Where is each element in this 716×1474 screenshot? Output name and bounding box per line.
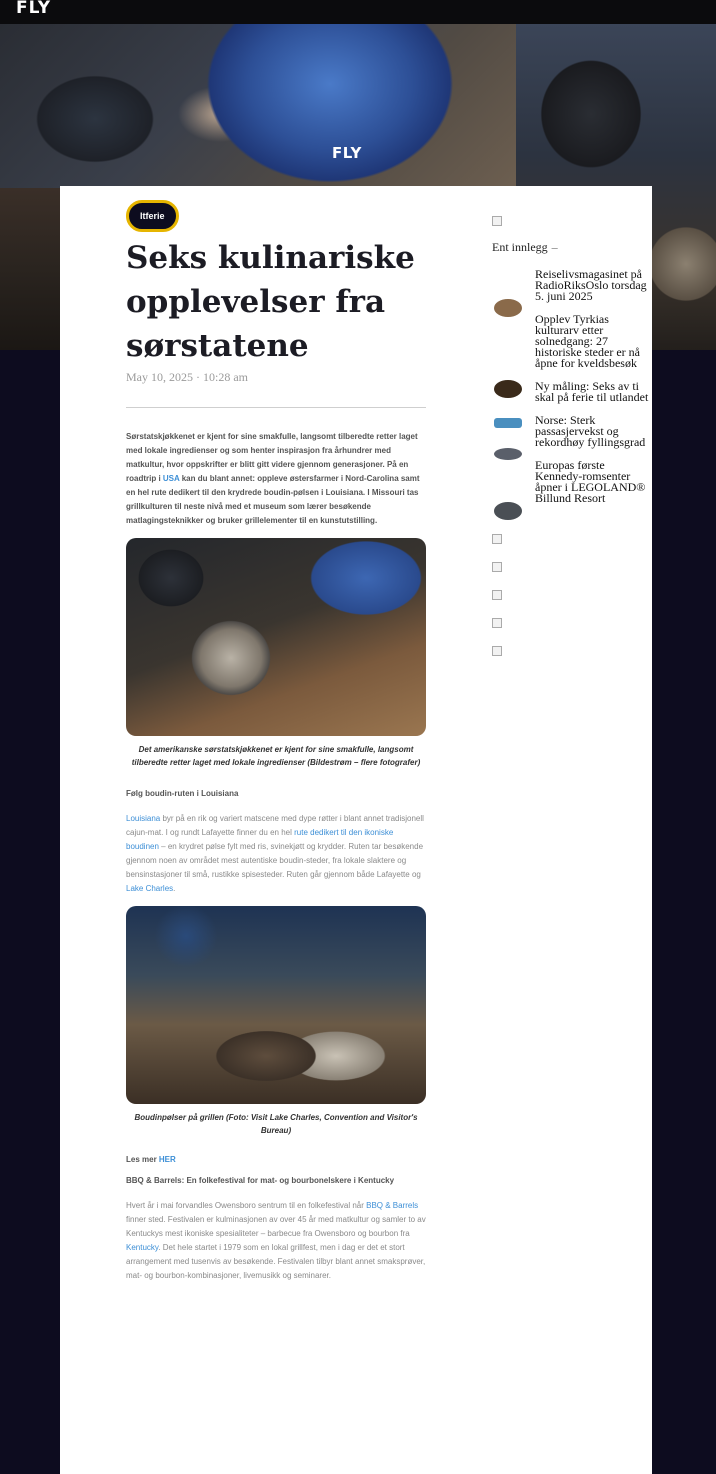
section-heading-louisiana: Følg boudin-ruten i Louisiana: [126, 789, 239, 798]
article-photo-oysters: [126, 538, 426, 736]
hero-photo-oysters: [0, 24, 516, 188]
sidebar-post-title[interactable]: Reiselivsmagasinet på RadioRiksOslo tors…: [535, 268, 652, 302]
link-lake-charles[interactable]: Lake Charles: [126, 884, 173, 893]
read-more: Les mer HER: [126, 1155, 176, 1164]
sidebar-post-title[interactable]: Ny måling: Seks av ti skal på ferie til …: [535, 380, 652, 403]
broken-image-icon: [492, 618, 502, 628]
sidebar-post-2[interactable]: Opplev Tyrkias kulturarv etter solnedgan…: [492, 313, 652, 398]
article-intro: Sørstatskjøkkenet er kjent for sine smak…: [126, 432, 420, 525]
broken-image-icon: [492, 590, 502, 600]
broken-image-icon: [492, 646, 502, 656]
link-usa[interactable]: USA: [163, 474, 180, 483]
category-badge[interactable]: Itferie: [126, 200, 179, 232]
hero-photo-edge: [0, 188, 60, 350]
article-date: May 10, 2025 · 10:28 am: [126, 370, 248, 384]
content-card: Itferie Seks kulinariske opplevelser fra…: [60, 186, 652, 1474]
top-bar: FLY: [0, 0, 716, 24]
link-kentucky[interactable]: Kentucky: [126, 1243, 158, 1252]
sidebar-post-5[interactable]: Europas første Kennedy-romsenter åpner i…: [492, 459, 652, 520]
post-thumbnail[interactable]: [494, 448, 522, 460]
link-bbq-barrels[interactable]: BBQ & Barrels: [366, 1201, 418, 1210]
article: Itferie Seks kulinariske opplevelser fra…: [126, 200, 426, 1283]
sidebar-ads: [492, 534, 652, 656]
sidebar-post-title[interactable]: Norse: Sterk passasjervekst og rekordhøy…: [535, 414, 652, 448]
broken-image-icon: [492, 562, 502, 572]
site-logo[interactable]: FLY: [16, 0, 51, 18]
sidebar-post-3[interactable]: Ny måling: Seks av ti skal på ferie til …: [492, 380, 652, 428]
sidebar: Ent innlegg – Reiselivsmagasinet på Radio…: [492, 216, 652, 674]
article-title: Seks kulinariske opplevelser fra sørstat…: [126, 240, 415, 364]
paragraph-louisiana: Louisiana byr på en rik og variert matsc…: [126, 814, 424, 893]
post-thumbnail[interactable]: [494, 502, 522, 520]
link-louisiana[interactable]: Louisiana: [126, 814, 160, 823]
sidebar-heading: Ent innlegg –: [492, 240, 558, 254]
link-read-more[interactable]: HER: [159, 1155, 176, 1164]
paragraph-kentucky: Hvert år i mai forvandles Owensboro sent…: [126, 1201, 426, 1280]
photo-caption-1: Det amerikanske sørstatskjøkkenet er kje…: [131, 745, 421, 767]
broken-image-icon: [492, 216, 502, 226]
divider: [126, 407, 426, 408]
sidebar-post-4[interactable]: Norse: Sterk passasjervekst og rekordhøy…: [492, 414, 652, 460]
sidebar-post-title[interactable]: Opplev Tyrkias kulturarv etter solnedgan…: [535, 313, 652, 369]
article-photo-boudin: [126, 906, 426, 1104]
photo-caption-2: Boudinpølser på grillen (Foto: Visit Lak…: [134, 1113, 418, 1135]
sidebar-post-title[interactable]: Europas første Kennedy-romsenter åpner i…: [535, 459, 652, 504]
broken-image-icon: [492, 534, 502, 544]
sidebar-post-1[interactable]: Reiselivsmagasinet på RadioRiksOslo tors…: [492, 268, 652, 317]
section-heading-kentucky: BBQ & Barrels: En folkefestival for mat-…: [126, 1176, 395, 1185]
hero-brand-logo: FLY: [332, 144, 362, 162]
